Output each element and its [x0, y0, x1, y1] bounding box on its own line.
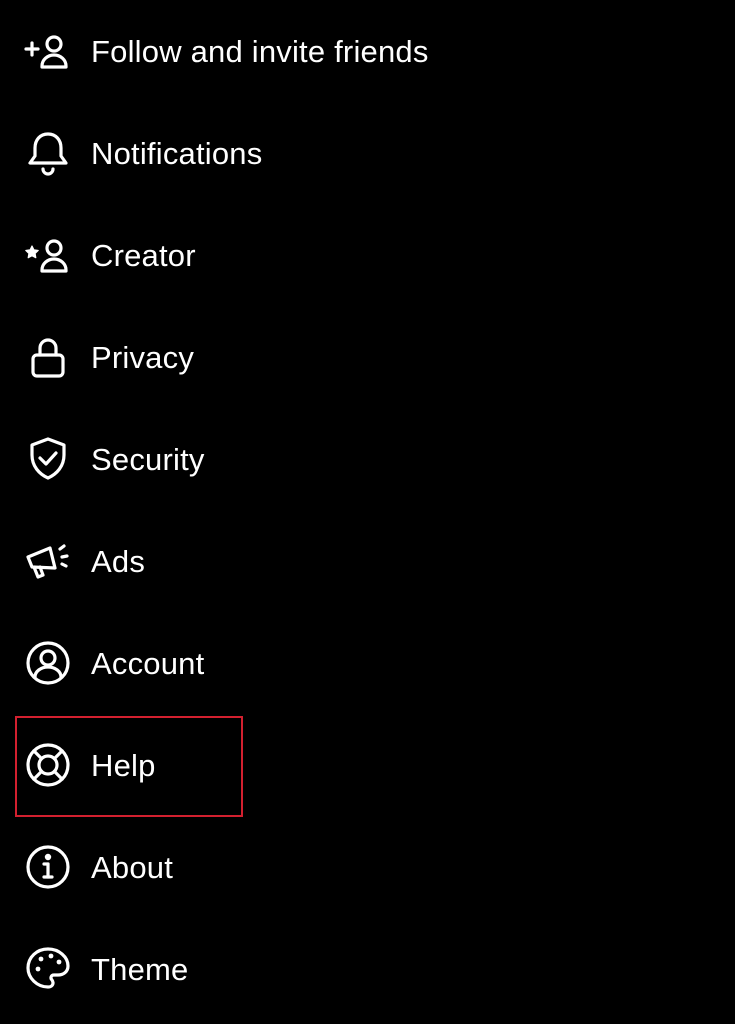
menu-item-theme[interactable]: Theme [0, 918, 735, 1020]
menu-item-about[interactable]: About [0, 816, 735, 918]
menu-item-ads[interactable]: Ads [0, 510, 735, 612]
menu-item-label: Notifications [91, 135, 263, 171]
menu-item-account[interactable]: Account [0, 612, 735, 714]
menu-item-creator[interactable]: Creator [0, 204, 735, 306]
lifebuoy-icon [22, 739, 74, 791]
menu-item-help[interactable]: Help [0, 714, 735, 816]
menu-item-label: Ads [91, 543, 146, 579]
lock-icon [22, 331, 74, 383]
palette-icon [22, 943, 74, 995]
add-person-icon [22, 25, 74, 77]
menu-item-label: Help [91, 747, 156, 783]
menu-item-security[interactable]: Security [0, 408, 735, 510]
star-person-icon [22, 229, 74, 281]
menu-item-label: Security [91, 441, 205, 477]
menu-item-privacy[interactable]: Privacy [0, 306, 735, 408]
menu-item-notifications[interactable]: Notifications [0, 102, 735, 204]
menu-item-label: Account [91, 645, 205, 681]
bell-icon [22, 127, 74, 179]
settings-menu: Follow and invite friends Notifications … [0, 0, 735, 1024]
menu-item-follow-and-invite-friends[interactable]: Follow and invite friends [0, 0, 735, 102]
account-circle-icon [22, 637, 74, 689]
megaphone-icon [22, 535, 74, 587]
menu-item-label: Theme [91, 951, 189, 987]
menu-item-label: Privacy [91, 339, 195, 375]
info-circle-icon [22, 841, 74, 893]
menu-item-label: Creator [91, 237, 196, 273]
menu-item-label: About [91, 849, 174, 885]
menu-item-label: Follow and invite friends [91, 33, 429, 69]
shield-check-icon [22, 433, 74, 485]
